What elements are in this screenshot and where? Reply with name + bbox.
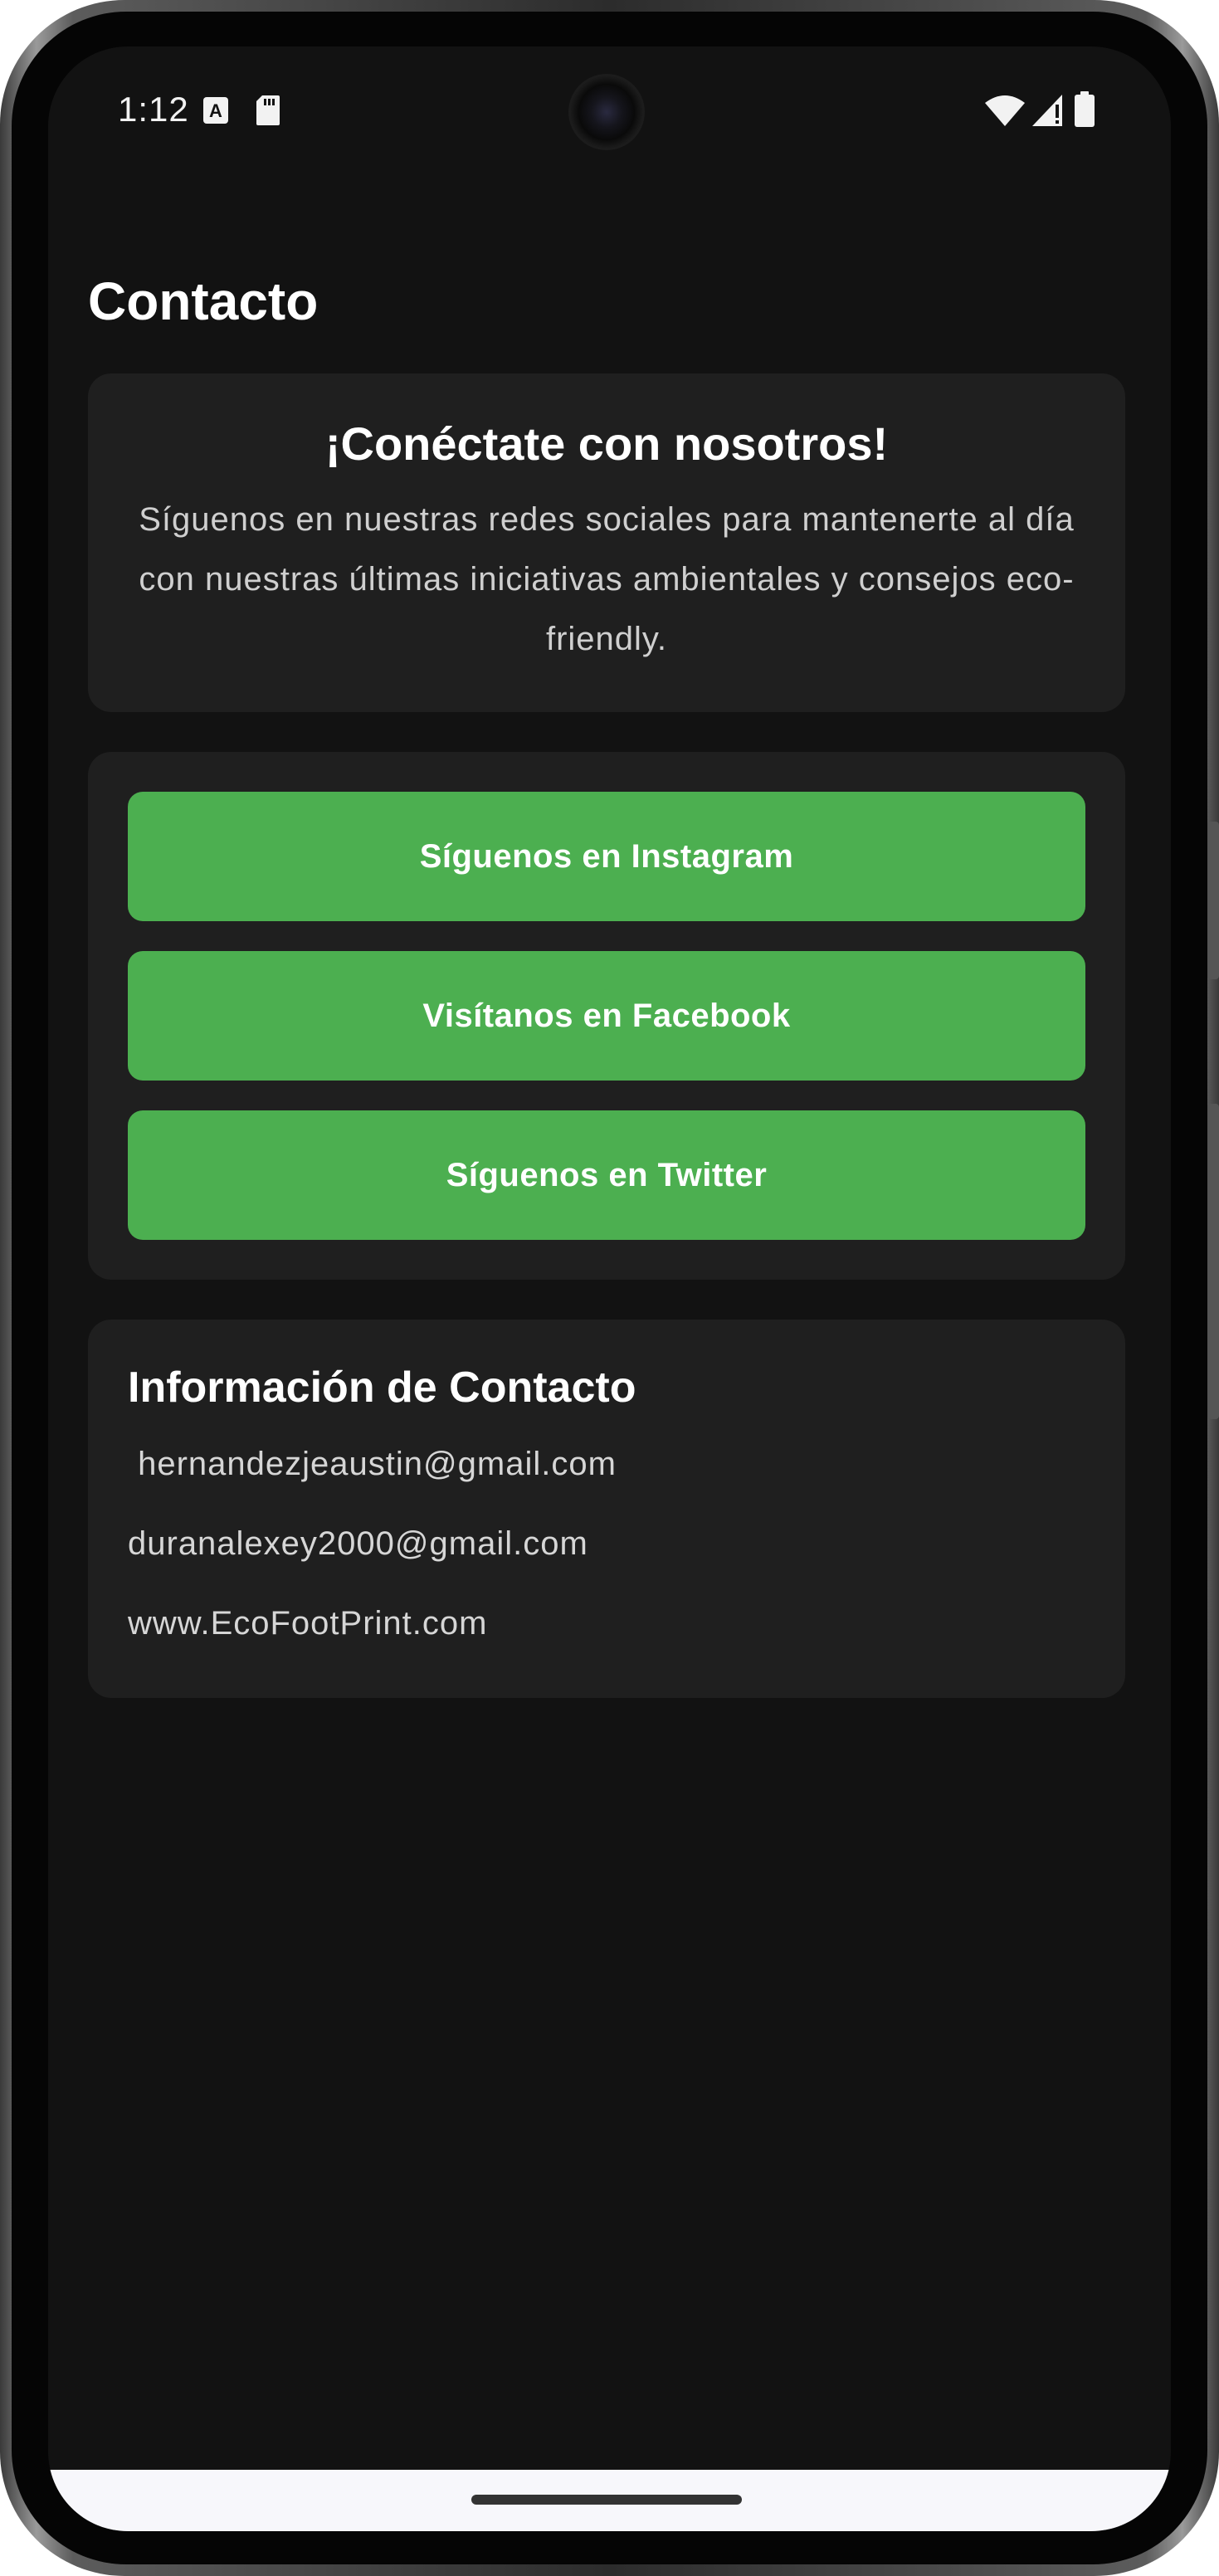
contact-info-title: Información de Contacto xyxy=(128,1364,636,1412)
battery-icon xyxy=(1075,91,1095,127)
wifi-icon xyxy=(985,95,1025,126)
home-gesture-handle[interactable] xyxy=(471,2495,742,2505)
instagram-button[interactable]: Síguenos en Instagram xyxy=(128,792,1085,921)
volume-button xyxy=(1207,822,1219,979)
intro-text: Síguenos en nuestras redes sociales para… xyxy=(139,501,1075,657)
power-button xyxy=(1207,1104,1219,1419)
status-time: 1:12 xyxy=(118,90,189,129)
contact-info-card: Información de Contacto hernandezjeausti… xyxy=(88,1320,1125,1698)
intro-title: ¡Conéctate con nosotros! xyxy=(324,417,889,470)
cell-signal-icon xyxy=(1032,95,1062,126)
navigation-bar xyxy=(48,2470,1171,2531)
accessibility-a-icon: A xyxy=(203,97,228,124)
website-link[interactable]: www.EcoFootPrint.com xyxy=(128,1605,487,1642)
twitter-button[interactable]: Síguenos en Twitter xyxy=(128,1110,1085,1240)
facebook-button[interactable]: Visítanos en Facebook xyxy=(128,951,1085,1081)
intro-card: ¡Conéctate con nosotros! Síguenos en nue… xyxy=(88,373,1125,712)
svg-text:A: A xyxy=(209,100,222,121)
sd-card-icon xyxy=(256,95,280,125)
page-title: Contacto xyxy=(88,271,319,331)
front-camera xyxy=(571,76,642,148)
email-2[interactable]: duranalexey2000@gmail.com xyxy=(128,1525,588,1563)
status-bar: 1:12 A xyxy=(48,46,1171,179)
phone-frame: 1:12 A Contacto ¡Conéctate con nosotros!… xyxy=(0,0,1219,2576)
email-1[interactable]: hernandezjeaustin@gmail.com xyxy=(128,1446,617,1483)
social-card: Síguenos en Instagram Visítanos en Faceb… xyxy=(88,752,1125,1280)
screen: 1:12 A Contacto ¡Conéctate con nosotros!… xyxy=(48,46,1171,2531)
